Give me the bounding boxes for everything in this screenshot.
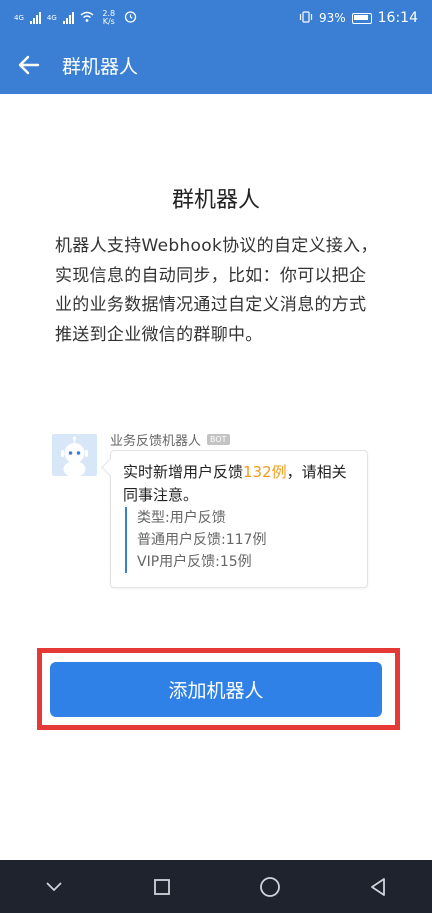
main-content: 群机器人 机器人支持Webhook协议的自定义接入，实现信息的自动同步，比如：你…	[0, 94, 432, 860]
app-bar: 群机器人	[0, 36, 432, 94]
circle-home-icon	[260, 876, 280, 897]
add-robot-button[interactable]: 添加机器人	[50, 662, 382, 717]
nav-recents-button[interactable]	[132, 860, 192, 913]
nav-collapse-button[interactable]	[24, 860, 84, 913]
chevron-down-icon	[46, 881, 62, 891]
description: 机器人支持Webhook协议的自定义接入，实现信息的自动同步，比如：你可以把企业…	[55, 236, 378, 345]
battery-percent: 93%	[318, 11, 346, 25]
clock: 16:14	[377, 10, 418, 26]
status-left: 4G 4G 2.8 K/s	[14, 10, 137, 26]
vibrate-icon	[299, 10, 313, 26]
nav-home-button[interactable]	[240, 860, 300, 913]
quote-line-normal: 普通用户反馈:117例	[137, 532, 267, 548]
square-recent-icon	[154, 878, 170, 895]
signal-icon	[29, 12, 41, 24]
page-title: 群机器人	[62, 55, 139, 78]
battery-icon	[351, 12, 372, 24]
network-type-label-2: 4G	[46, 14, 57, 22]
message-quote-block: 类型:用户反馈 普通用户反馈:117例 VIP用户反馈:15例	[125, 507, 357, 573]
back-button[interactable]	[0, 36, 58, 94]
quote-line-vip: VIP用户反馈:15例	[137, 554, 252, 570]
network-type-label: 4G	[14, 14, 24, 22]
message-text-before: 实时新增用户反馈	[123, 463, 244, 481]
message-highlight-count: 132例	[243, 463, 287, 481]
message-bubble: 实时新增用户反馈132例，请相关同事注意。 类型:用户反馈 普通用户反馈:117…	[110, 450, 368, 588]
headline: 群机器人	[171, 188, 260, 213]
status-bar: 4G 4G 2.8 K/s 93% 16:14	[0, 0, 432, 36]
system-nav-bar	[0, 860, 432, 913]
quote-line-type: 类型:用户反馈	[137, 510, 226, 526]
message-text: 实时新增用户反馈132例，请相关同事注意。	[123, 461, 359, 507]
bot-name: 业务反馈机器人	[110, 434, 202, 449]
bot-avatar	[52, 434, 97, 476]
triangle-back-icon	[371, 877, 385, 896]
status-right: 93% 16:14	[299, 10, 418, 26]
network-speed: 2.8 K/s	[102, 9, 116, 26]
nav-back-button[interactable]	[348, 860, 408, 913]
alarm-icon	[124, 10, 137, 26]
wifi-icon	[80, 11, 94, 26]
bot-badge: BOT	[207, 434, 230, 445]
signal-icon-2	[62, 12, 74, 24]
arrow-left-icon	[18, 55, 40, 75]
bot-name-row: 业务反馈机器人 BOT	[110, 430, 230, 449]
